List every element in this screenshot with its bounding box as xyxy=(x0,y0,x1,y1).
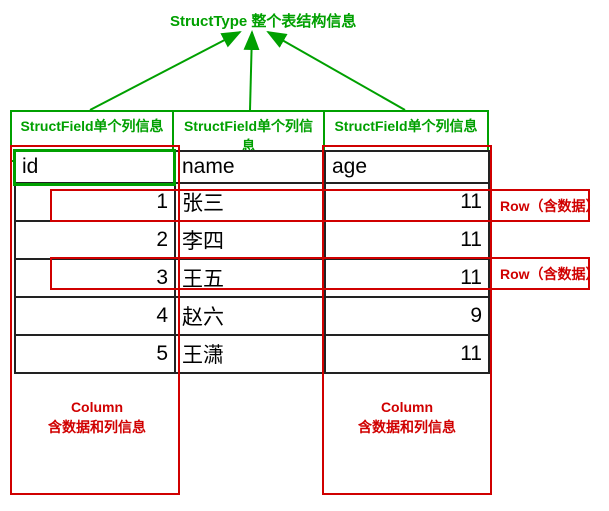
cell-id: 3 xyxy=(15,259,175,297)
row-label-3: Row（含数据） xyxy=(500,264,600,284)
column-label-age: Column 含数据和列信息 xyxy=(352,398,462,437)
table-row: 2 李四 11 xyxy=(15,221,489,259)
column-label-title: Column xyxy=(71,399,123,415)
cell-id: 2 xyxy=(15,221,175,259)
cell-id: 5 xyxy=(15,335,175,373)
header-id: id xyxy=(15,151,175,183)
cell-name: 王五 xyxy=(175,259,325,297)
cell-age: 11 xyxy=(325,183,489,221)
cell-age: 9 xyxy=(325,297,489,335)
table-row: 5 王潇 11 xyxy=(15,335,489,373)
cell-name: 张三 xyxy=(175,183,325,221)
header-row: id name age xyxy=(15,151,489,183)
data-table: id name age 1 张三 11 2 李四 11 3 王五 xyxy=(14,150,490,374)
table-row: 4 赵六 9 xyxy=(15,297,489,335)
column-label-id: Column 含数据和列信息 xyxy=(42,398,152,437)
cell-name: 李四 xyxy=(175,221,325,259)
header-age: age xyxy=(325,151,489,183)
table-row: 3 王五 11 xyxy=(15,259,489,297)
cell-age: 11 xyxy=(325,335,489,373)
cell-age: 11 xyxy=(325,259,489,297)
row-label-1: Row（含数据） xyxy=(500,196,600,216)
column-label-sub: 含数据和列信息 xyxy=(358,419,456,435)
cell-name: 赵六 xyxy=(175,297,325,335)
table-area: id name age 1 张三 11 2 李四 11 3 王五 xyxy=(14,150,488,374)
structtype-label: StructType 整个表结构信息 xyxy=(170,10,356,31)
cell-age: 11 xyxy=(325,221,489,259)
column-label-sub: 含数据和列信息 xyxy=(48,419,146,435)
header-name: name xyxy=(175,151,325,183)
column-label-title: Column xyxy=(381,399,433,415)
cell-id: 1 xyxy=(15,183,175,221)
table-row: 1 张三 11 xyxy=(15,183,489,221)
cell-name: 王潇 xyxy=(175,335,325,373)
cell-id: 4 xyxy=(15,297,175,335)
